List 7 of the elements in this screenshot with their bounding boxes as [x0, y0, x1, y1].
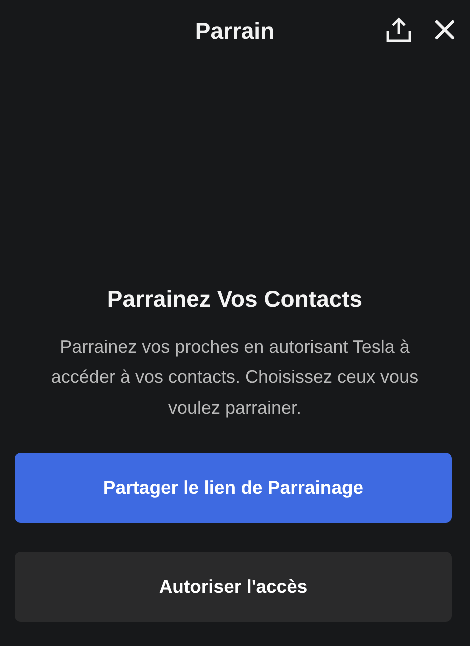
share-link-button[interactable]: Partager le lien de Parrainage [15, 453, 452, 523]
description: Parrainez vos proches en autorisant Tesla à accéder à vos contacts. Choisissez ceux vous voulez parrainer. [50, 336, 420, 420]
allow-access-button[interactable]: Autoriser l'accès [15, 552, 452, 622]
screen-title: Parrain [194, 17, 276, 46]
close-icon[interactable] [434, 19, 456, 41]
share-icon[interactable] [386, 17, 412, 43]
heading: Parrainez Vos Contacts [106, 286, 364, 314]
